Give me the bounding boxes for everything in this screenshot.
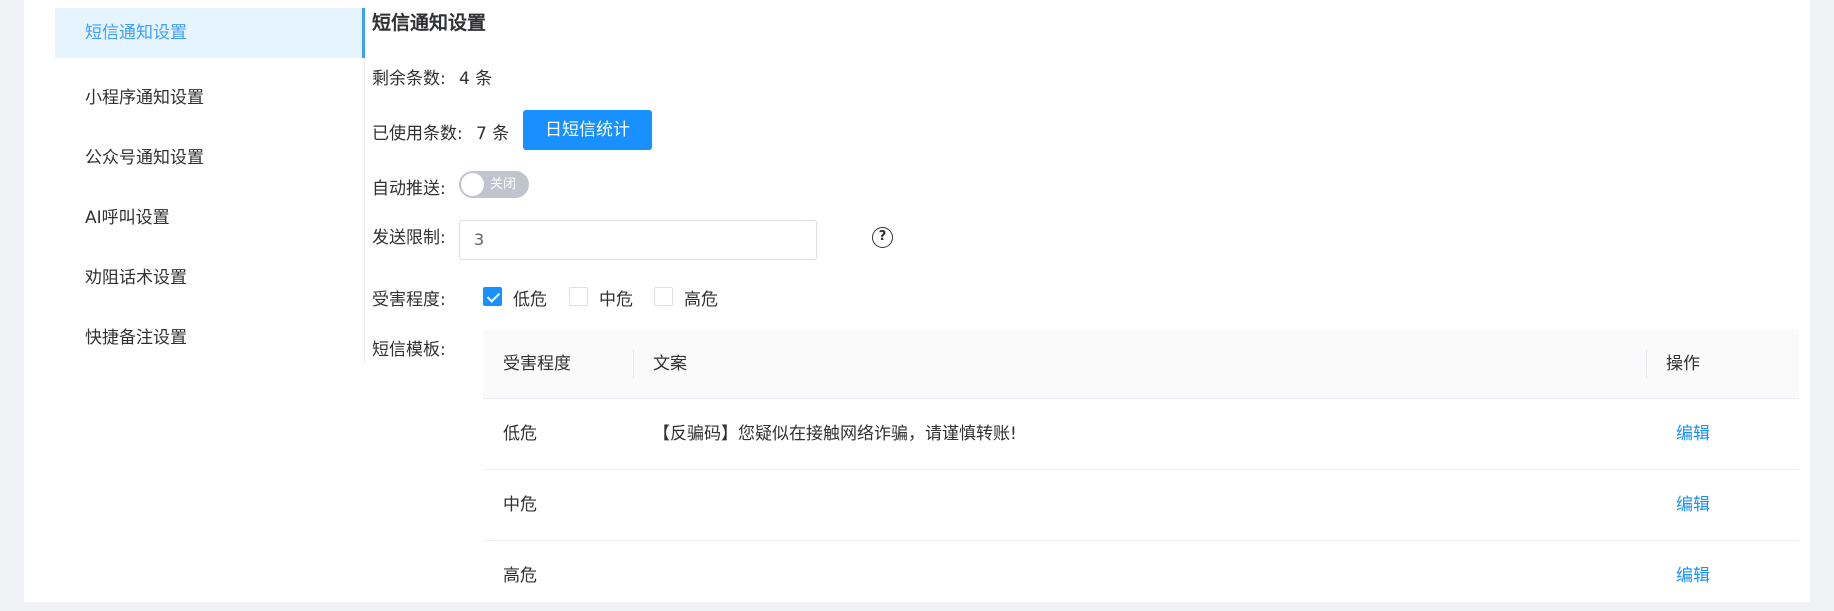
- page-title: 短信通知设置: [372, 12, 487, 34]
- checkbox-medium-risk-label[interactable]: 中危: [599, 285, 633, 310]
- edit-link[interactable]: 编辑: [1676, 470, 1710, 540]
- edit-link[interactable]: 编辑: [1676, 399, 1710, 469]
- checkbox-medium-risk[interactable]: [569, 287, 588, 306]
- remaining-value: 4 条: [459, 69, 493, 89]
- sidebar-item-official-account-notify[interactable]: 公众号通知设置: [55, 128, 364, 188]
- sms-template-label: 短信模板:: [372, 340, 446, 360]
- sidebar-item-dissuade-script[interactable]: 劝阻话术设置: [55, 248, 364, 308]
- column-divider: [1646, 350, 1647, 378]
- header-action: 操作: [1666, 354, 1700, 374]
- send-limit-input[interactable]: 3: [459, 220, 817, 260]
- header-severity: 受害程度: [503, 354, 571, 374]
- severity-label: 受害程度:: [372, 290, 446, 310]
- toggle-knob: [461, 173, 484, 196]
- checkbox-high-risk[interactable]: [654, 287, 673, 306]
- row-severity: 低危: [503, 424, 537, 444]
- send-limit-label: 发送限制:: [372, 228, 446, 248]
- daily-sms-stats-button[interactable]: 日短信统计: [523, 110, 652, 150]
- checkbox-low-risk[interactable]: [483, 287, 502, 306]
- sidebar-item-ai-call[interactable]: AI呼叫设置: [55, 188, 364, 248]
- column-divider: [633, 350, 634, 378]
- settings-sidebar: 短信通知设置 小程序通知设置 公众号通知设置 AI呼叫设置 劝阻话术设置 快捷备…: [55, 8, 365, 364]
- checkbox-low-risk-label[interactable]: 低危: [513, 285, 547, 310]
- toggle-state-text: 关闭: [490, 177, 517, 192]
- sidebar-item-miniprogram-notify[interactable]: 小程序通知设置: [55, 68, 364, 128]
- remaining-label: 剩余条数:: [372, 69, 446, 89]
- table-row: 中危 编辑: [483, 469, 1799, 540]
- auto-push-label: 自动推送:: [372, 179, 446, 199]
- used-value: 7 条: [476, 124, 510, 144]
- sms-template-table: 受害程度 文案 操作 低危 【反骗码】您疑似在接触网络诈骗，请谨慎转账! 编辑 …: [483, 330, 1799, 611]
- auto-push-toggle[interactable]: 关闭: [459, 171, 529, 198]
- sidebar-item-quick-note[interactable]: 快捷备注设置: [55, 308, 364, 368]
- row-text: 【反骗码】您疑似在接触网络诈骗，请谨慎转账!: [653, 424, 1017, 444]
- table-row: 高危 编辑: [483, 540, 1799, 611]
- row-severity: 中危: [503, 495, 537, 515]
- row-severity: 高危: [503, 566, 537, 586]
- used-label: 已使用条数:: [372, 124, 463, 144]
- table-row: 低危 【反骗码】您疑似在接触网络诈骗，请谨慎转账! 编辑: [483, 398, 1799, 469]
- question-circle-icon[interactable]: ?: [872, 227, 893, 248]
- settings-page: 短信通知设置 小程序通知设置 公众号通知设置 AI呼叫设置 劝阻话术设置 快捷备…: [24, 0, 1810, 602]
- checkbox-high-risk-label[interactable]: 高危: [684, 285, 718, 310]
- table-header: 受害程度 文案 操作: [483, 330, 1799, 398]
- edit-link[interactable]: 编辑: [1676, 541, 1710, 611]
- header-text: 文案: [653, 354, 687, 374]
- sidebar-item-sms-notify[interactable]: 短信通知设置: [55, 8, 365, 58]
